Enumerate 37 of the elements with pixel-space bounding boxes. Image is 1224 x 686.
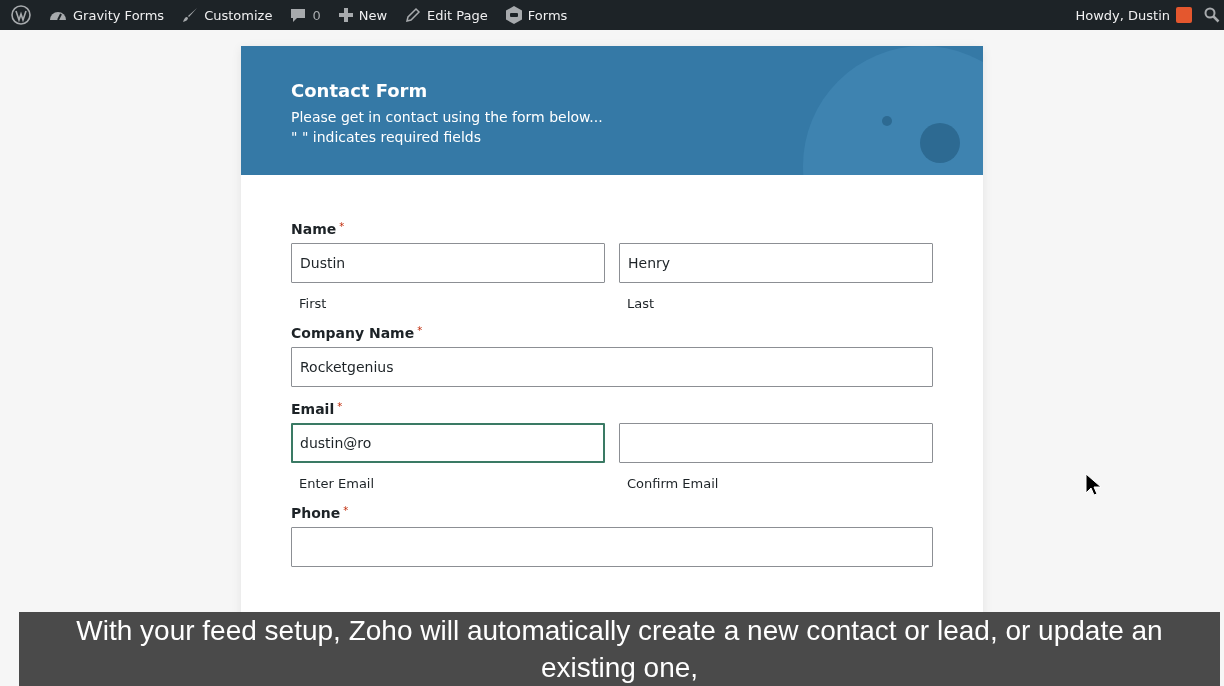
brush-icon: [182, 7, 199, 23]
sub-label: First: [298, 295, 328, 311]
text-field[interactable]: dustin@ro: [291, 423, 605, 463]
sub-label: Confirm Email: [626, 475, 720, 491]
admin-bar-link[interactable]: Gravity Forms: [40, 0, 174, 30]
hexagon-form-icon: [505, 6, 522, 24]
admin-bar-link[interactable]: Edit Page: [396, 0, 497, 30]
sub-label: Last: [626, 295, 656, 311]
text-field[interactable]: Henry: [619, 243, 933, 283]
pencil-icon: [405, 7, 422, 23]
required-mark: *: [417, 325, 423, 336]
admin-bar-link[interactable]: 0: [281, 0, 330, 30]
admin-bar-link[interactable]: Forms: [496, 0, 577, 30]
form-title: Contact Form: [291, 80, 429, 101]
sub-label: Enter Email: [298, 475, 376, 491]
field-label: Phone: [291, 505, 341, 521]
video-caption: With your feed setup, Zoho will automatically create a new contact or lead, or update an existing one,: [19, 612, 1220, 686]
required-mark: *: [339, 221, 345, 232]
field-label: Company Name: [291, 325, 415, 341]
text-field[interactable]: [619, 423, 933, 463]
text-field[interactable]: Rocketgenius: [291, 347, 933, 387]
plus-icon: [338, 8, 353, 22]
wordpress-logo-icon[interactable]: [11, 5, 31, 25]
required-mark: *: [337, 401, 343, 412]
field-label: Name: [291, 221, 337, 237]
admin-bar-link[interactable]: Customize: [173, 0, 282, 30]
text-field[interactable]: Dustin: [291, 243, 605, 283]
form-description: Please get in contact using the form below...: [291, 108, 604, 127]
admin-bar-link[interactable]: New: [329, 0, 397, 30]
field-label: Email: [291, 401, 335, 417]
greeting-link[interactable]: Howdy, Dustin: [1075, 7, 1170, 23]
required-mark: *: [343, 505, 349, 516]
search-icon[interactable]: [1204, 7, 1220, 23]
comment-bubble-icon: [290, 7, 307, 23]
required-note: " " indicates required fields: [291, 128, 483, 147]
text-field[interactable]: [291, 527, 933, 567]
mouse-pointer-icon: [1085, 473, 1101, 497]
